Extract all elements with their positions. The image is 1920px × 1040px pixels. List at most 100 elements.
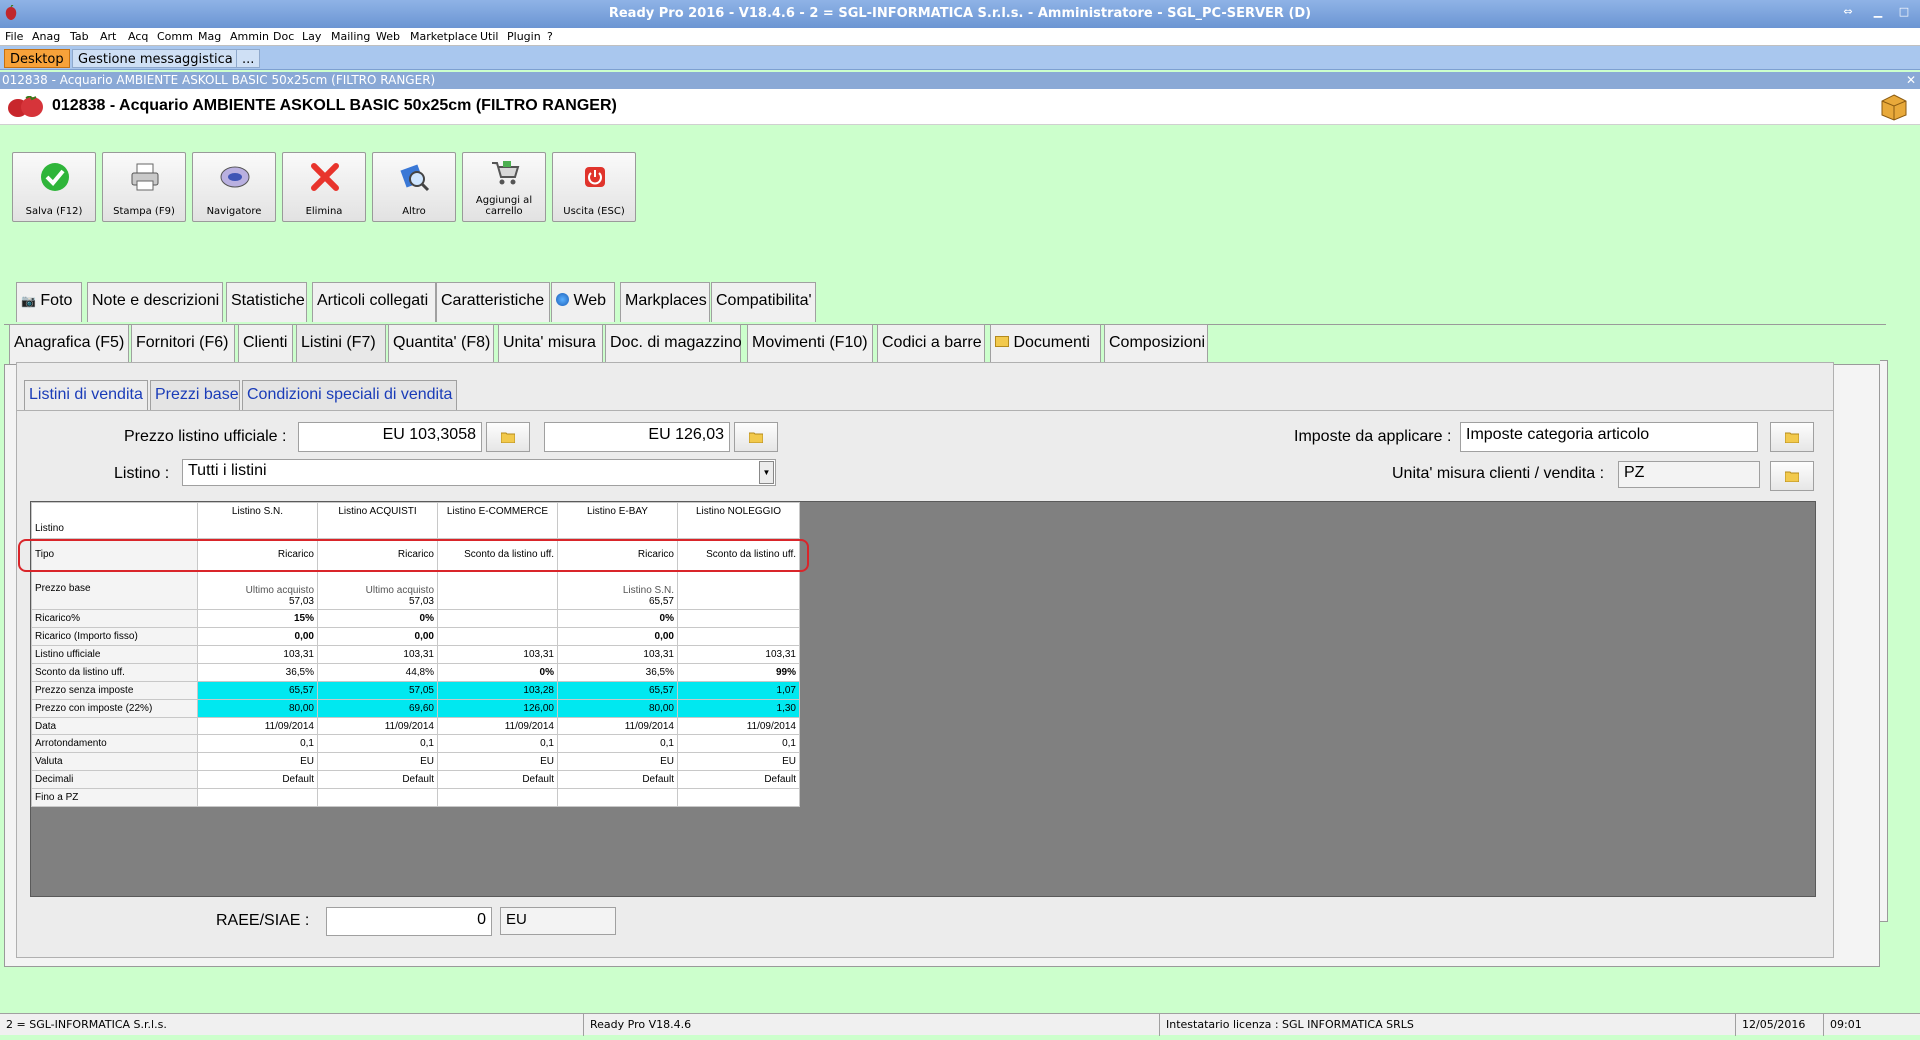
exit-button[interactable]: Uscita (ESC) [552, 152, 636, 222]
tab-composizioni[interactable]: Composizioni [1104, 324, 1208, 364]
grid-cell[interactable] [437, 609, 558, 629]
tab-markplaces[interactable]: Markplaces [620, 282, 710, 322]
listino-select[interactable]: Tutti i listini ▼ [182, 459, 776, 486]
tab-articoli-collegati[interactable]: Articoli collegati [312, 282, 436, 322]
grid-cell[interactable] [437, 788, 558, 807]
grid-cell[interactable]: EU [437, 752, 558, 772]
grid-col-header[interactable]: Listino ACQUISTI [317, 502, 438, 539]
grid-cell[interactable]: 80,00 [197, 698, 318, 718]
menu-comm[interactable]: Comm [157, 30, 193, 43]
maximize-icon[interactable]: □ [1894, 3, 1914, 20]
raee-field[interactable]: 0 [326, 907, 492, 936]
imposte-folder-button[interactable] [1770, 422, 1814, 452]
package-icon[interactable] [1880, 93, 1908, 121]
subtab-condizioni-speciali[interactable]: Condizioni speciali di vendita [242, 380, 457, 410]
grid-cell[interactable]: 0,00 [317, 627, 438, 647]
grid-col-header[interactable]: Listino E-COMMERCE [437, 502, 558, 539]
prezzo-listino-field[interactable]: EU 103,3058 [298, 422, 482, 452]
grid-cell[interactable] [317, 788, 438, 807]
grid-cell[interactable]: Ultimo acquisto 57,03 [197, 569, 318, 611]
grid-cell[interactable]: 11/09/2014 [197, 716, 318, 736]
grid-cell[interactable]: 36,5% [557, 663, 678, 682]
grid-cell[interactable]: Default [317, 770, 438, 790]
grid-cell[interactable]: 0% [317, 609, 438, 629]
grid-cell[interactable]: 0% [437, 663, 558, 682]
tab-movimenti[interactable]: Movimenti (F10) [747, 324, 873, 364]
grid-cell[interactable]: 80,00 [557, 698, 678, 718]
grid-cell[interactable]: 1,30 [677, 698, 800, 718]
grid-cell[interactable] [677, 569, 800, 611]
menu-art[interactable]: Art [100, 30, 116, 43]
grid-cell[interactable]: 65,57 [197, 680, 318, 700]
grid-cell[interactable]: 11/09/2014 [437, 716, 558, 736]
prezzo-ivato-folder-button[interactable] [734, 422, 778, 452]
tab-note-descrizioni[interactable]: Note e descrizioni [87, 282, 223, 322]
grid-cell[interactable]: 36,5% [197, 663, 318, 682]
tab-clienti[interactable]: Clienti [238, 324, 293, 364]
unita-misura-field[interactable]: PZ [1618, 461, 1760, 488]
grid-cell[interactable]: 0,00 [557, 627, 678, 647]
tab-quantita[interactable]: Quantita' (F8) [388, 324, 494, 364]
grid-cell[interactable]: 11/09/2014 [557, 716, 678, 736]
menu-doc[interactable]: Doc [273, 30, 294, 43]
menu-tab[interactable]: Tab [70, 30, 89, 43]
tab-foto[interactable]: 📷 Foto [16, 282, 82, 322]
grid-cell[interactable]: 57,05 [317, 680, 438, 700]
menu-mag[interactable]: Mag [198, 30, 221, 43]
menu-acq[interactable]: Acq [128, 30, 148, 43]
grid-cell[interactable]: 1,07 [677, 680, 800, 700]
subtab-listini-vendita[interactable]: Listini di vendita [24, 380, 148, 410]
tab-fornitori[interactable]: Fornitori (F6) [131, 324, 235, 364]
grid-cell[interactable]: 0,1 [197, 734, 318, 754]
grid-cell[interactable]: 15% [197, 609, 318, 629]
grid-col-header[interactable]: Listino E-BAY [557, 502, 678, 539]
grid-cell[interactable]: EU [557, 752, 678, 772]
grid-cell[interactable] [677, 609, 800, 629]
grid-cell[interactable] [677, 788, 800, 807]
tab-caratteristiche[interactable]: Caratteristiche [436, 282, 550, 322]
grid-cell[interactable] [197, 788, 318, 807]
grid-cell[interactable] [677, 627, 800, 647]
tab-compatibilita[interactable]: Compatibilita' [711, 282, 816, 322]
grid-cell[interactable]: 0% [557, 609, 678, 629]
imposte-field[interactable]: Imposte categoria articolo [1460, 422, 1758, 452]
tab-gestione-messaggistica[interactable]: Gestione messaggistica [72, 49, 239, 68]
menu-lay[interactable]: Lay [302, 30, 321, 43]
tab-unita-misura[interactable]: Unita' misura [498, 324, 603, 364]
grid-cell[interactable]: 99% [677, 663, 800, 682]
tab-documenti[interactable]: Documenti [990, 324, 1101, 364]
prezzo-ivato-field[interactable]: EU 126,03 [544, 422, 730, 452]
grid-cell[interactable]: EU [677, 752, 800, 772]
minimize-icon[interactable]: ▁ [1868, 3, 1888, 20]
menu-web[interactable]: Web [376, 30, 400, 43]
grid-cell[interactable]: 103,31 [437, 645, 558, 665]
grid-cell[interactable]: 0,1 [677, 734, 800, 754]
tab-statistiche[interactable]: Statistiche [226, 282, 307, 322]
navigator-button[interactable]: Navigatore [192, 152, 276, 222]
tab-more[interactable]: ... [236, 49, 261, 68]
grid-cell[interactable]: Default [677, 770, 800, 790]
menu-mailing[interactable]: Mailing [331, 30, 370, 43]
add-to-cart-button[interactable]: Aggiungi al carrello [462, 152, 546, 222]
raee-currency-field[interactable]: EU [500, 907, 616, 935]
menu-plugin[interactable]: Plugin [507, 30, 541, 43]
menu-ammin[interactable]: Ammin [230, 30, 269, 43]
grid-cell[interactable]: EU [197, 752, 318, 772]
grid-col-header[interactable]: Listino NOLEGGIO [677, 502, 800, 539]
menu-marketplace[interactable]: Marketplace [410, 30, 477, 43]
grid-cell[interactable] [437, 627, 558, 647]
grid-cell[interactable]: Default [197, 770, 318, 790]
save-button[interactable]: Salva (F12) [12, 152, 96, 222]
unita-misura-folder-button[interactable] [1770, 461, 1814, 491]
tab-codici-barre[interactable]: Codici a barre [877, 324, 985, 364]
grid-cell[interactable]: 44,8% [317, 663, 438, 682]
close-icon[interactable]: ✕ [1906, 73, 1916, 87]
menu-file[interactable]: File [5, 30, 23, 43]
print-button[interactable]: Stampa (F9) [102, 152, 186, 222]
grid-cell[interactable]: 103,31 [197, 645, 318, 665]
tab-anagrafica[interactable]: Anagrafica (F5) [9, 324, 129, 364]
menu-util[interactable]: Util [480, 30, 498, 43]
dropdown-arrow-icon[interactable]: ▼ [759, 461, 774, 484]
tab-web[interactable]: Web [551, 282, 615, 322]
other-button[interactable]: Altro [372, 152, 456, 222]
